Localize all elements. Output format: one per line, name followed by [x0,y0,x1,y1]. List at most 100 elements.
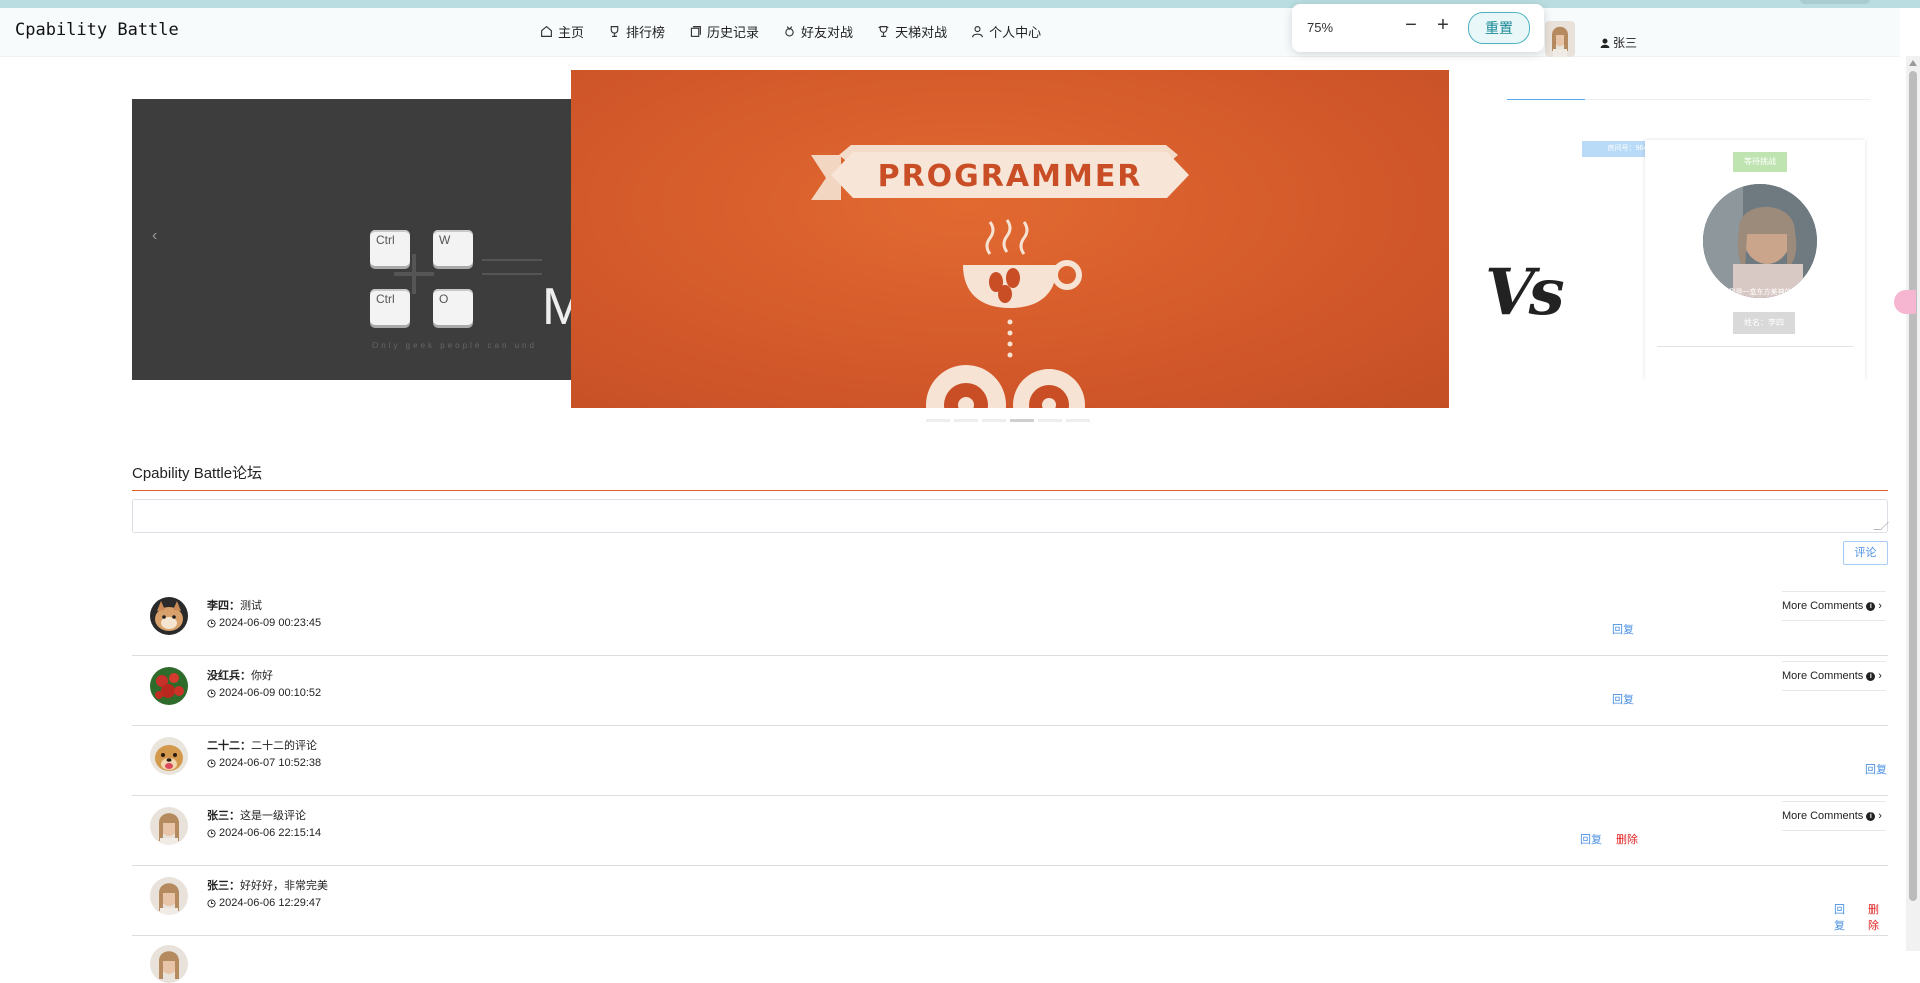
page-scrollbar[interactable] [1906,56,1920,951]
delete-button[interactable]: 删除 [1616,831,1638,847]
carousel-dot[interactable] [1038,419,1062,422]
zoom-in-button[interactable]: + [1431,14,1455,38]
more-comments-label: More Comments [1782,670,1864,682]
history-icon [690,26,701,37]
comment-time: 2024-06-07 10:52:38 [207,757,321,769]
more-comments-button[interactable]: More Comments i › [1782,591,1886,621]
comment-body: 测试 [240,600,262,612]
nav-item-history[interactable]: 历史记录 [679,20,769,43]
commenter-avatar[interactable] [150,807,188,845]
status-badge: 等待挑战 [1733,152,1787,172]
zoom-reset-button[interactable]: 重置 [1468,12,1530,44]
carousel-dot-active[interactable] [1010,419,1034,422]
opponent-name: 姓名：李四 [1733,312,1795,334]
nav-item-friend-battle[interactable]: 好友对战 [773,20,863,43]
submit-comment-button[interactable]: 评论 [1843,541,1888,565]
commenter-avatar[interactable] [150,877,188,915]
comment-row: 没红兵：你好 2024-06-09 00:10:52 回复 More Comme… [132,655,1888,726]
header-username[interactable]: 张三 [1600,34,1637,51]
reply-button[interactable]: 回复 [1865,761,1887,777]
delete-button[interactable]: 删除 [1868,901,1888,933]
comment-body: 你好 [251,670,273,682]
comment-timestamp: 2024-06-07 10:52:38 [219,757,322,769]
carousel-prev-arrow-icon[interactable]: ‹ [152,227,157,245]
clock-icon [207,828,216,838]
reply-button[interactable]: 回复 [1834,901,1854,933]
carousel-dot[interactable] [926,419,950,422]
comment-body: 二十二的评论 [251,740,317,752]
avatar-caption: 我是一盒东方美神的 [1729,287,1792,296]
comment-row-partial [132,935,1888,983]
comment-author: 张三 [207,880,229,892]
clock-icon [207,758,216,768]
nav-item-profile[interactable]: 个人中心 [961,20,1051,43]
comment-textarea[interactable] [132,499,1889,533]
key-cap: Ctrl [370,230,410,266]
info-icon: i [1866,811,1876,821]
nav-item-leaderboard[interactable]: 排行榜 [598,20,675,43]
floating-translate-icon[interactable] [1894,290,1916,314]
comment-timestamp: 2024-06-06 12:29:47 [219,897,322,909]
info-icon: i [1866,601,1876,611]
clock-icon [207,618,216,628]
comment-author: 张三 [207,810,229,822]
nav-item-label: 天梯对战 [895,25,948,40]
carousel-dot[interactable] [1066,419,1090,422]
comment-time: 2024-06-09 00:10:52 [207,687,321,699]
comment-actions: 回复 [1865,761,1887,777]
reply-button[interactable]: 回复 [1612,621,1634,637]
comment-author: 李四 [207,600,229,612]
reply-button[interactable]: 回复 [1580,831,1602,847]
clock-icon [207,898,216,908]
comment-row: 李四：测试 2024-06-09 00:23:45 回复 More Commen… [132,585,1888,656]
forum-divider [132,490,1888,491]
key-cap: W [433,230,473,266]
comment-row: 张三：好好好，非常完美 2024-06-06 12:29:47 回复 删除 [132,865,1888,936]
divider [1657,346,1853,347]
opponent-card: 等待挑战 我是一盒东方美神的 姓名：李四 [1645,140,1865,380]
nav-item-home[interactable]: 主页 [530,20,594,43]
versus-label: Vs [1485,255,1565,330]
chevron-right-icon: › [1878,810,1882,822]
carousel-dot[interactable] [954,419,978,422]
clock-icon [207,688,216,698]
nav-item-label: 历史记录 [707,25,760,40]
main-nav: 主页 排行榜 历史记录 好友对战 天梯对战 个人中心 [530,20,1051,43]
top-navbar: Cpability Battle 主页 排行榜 历史记录 好友对战 天梯对战 个… [0,8,1900,57]
key-cap: Ctrl [370,289,410,325]
more-comments-button[interactable]: More Comments i › [1782,801,1886,831]
carousel-slide-shortcuts: ‹ Ctrl W Ctrl O M Only geek people can u… [132,99,585,380]
browser-top-strip [0,0,1920,8]
medal-icon [785,26,794,37]
carousel-slide-programmer: PROGRAMMER [571,70,1449,408]
scroll-thumb[interactable] [1909,71,1917,901]
more-comments-label: More Comments [1782,810,1864,822]
commenter-avatar[interactable] [150,737,188,775]
brand-logo[interactable]: Cpability Battle [15,20,179,40]
chevron-right-icon: › [1878,600,1882,612]
username-label: 张三 [1613,36,1638,50]
slide-caption: Only geek people can und [372,341,537,350]
nav-item-label: 主页 [558,25,585,40]
zoom-value: 75% [1307,20,1334,35]
more-comments-button[interactable]: More Comments i › [1782,661,1886,691]
header-avatar[interactable] [1545,21,1575,57]
comment-timestamp: 2024-06-09 00:10:52 [219,687,322,699]
nav-item-ladder-battle[interactable]: 天梯对战 [867,20,957,43]
resize-grip-icon[interactable] [1873,522,1889,530]
home-icon [541,25,552,37]
carousel-dot[interactable] [982,419,1006,422]
scroll-up-arrow-icon[interactable] [1909,60,1917,66]
carousel-indicators [926,419,1090,422]
comment-author: 二十二 [207,740,240,752]
commenter-avatar[interactable] [150,597,188,635]
key-cap: O [433,289,473,325]
comment-text: 李四：测试 [207,600,262,612]
reply-button[interactable]: 回复 [1612,691,1634,707]
zoom-popup: 75% − + 重置 [1292,4,1544,52]
comment-actions: 回复 删除 [1834,901,1888,933]
opponent-avatar: 我是一盒东方美神的 [1703,184,1817,298]
commenter-avatar[interactable] [150,667,188,705]
zoom-out-button[interactable]: − [1399,14,1423,38]
user-icon [1600,38,1610,48]
